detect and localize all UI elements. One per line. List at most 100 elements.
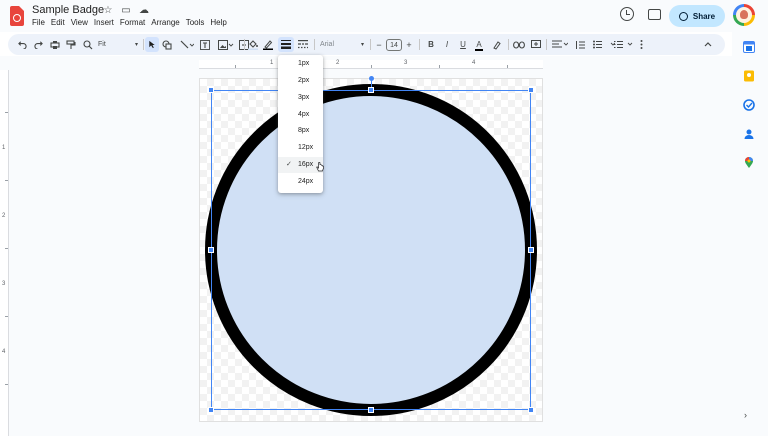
fill-color-icon[interactable]	[247, 37, 259, 52]
more-options-icon[interactable]	[636, 37, 646, 52]
zoom-icon[interactable]	[82, 37, 94, 52]
add-comment-icon[interactable]	[530, 37, 542, 52]
version-history-icon[interactable]	[620, 7, 634, 21]
chevron-down-icon: ▾	[360, 42, 364, 48]
ruler-label: 4	[2, 349, 6, 355]
line-tool-icon[interactable]	[178, 37, 196, 52]
ruler-tick	[371, 65, 372, 68]
star-icon[interactable]: ☆	[102, 4, 114, 17]
border-weight-option-3px[interactable]: 3px	[278, 90, 323, 106]
ruler-label: 2	[336, 60, 340, 66]
divider	[370, 39, 371, 50]
comments-icon[interactable]	[648, 9, 661, 20]
undo-icon[interactable]	[16, 37, 28, 52]
border-weight-option-24px[interactable]: 24px	[278, 174, 323, 190]
collapse-toolbar-icon[interactable]	[702, 37, 714, 52]
title-actions: ☆ ▭ ☁	[102, 4, 150, 17]
menu-help[interactable]: Help	[210, 18, 226, 28]
border-weight-option-12px[interactable]: 12px	[278, 140, 323, 156]
line-spacing-icon[interactable]	[574, 37, 586, 52]
tasks-icon[interactable]	[743, 98, 755, 111]
menu-bar: File Edit View Insert Format Arrange Too…	[32, 18, 227, 28]
resize-handle-bottom-right[interactable]	[528, 407, 534, 413]
border-weight-option-8px[interactable]: 8px	[278, 123, 323, 139]
font-select[interactable]: Arial ▾	[320, 37, 364, 52]
ruler-label: 3	[2, 281, 6, 287]
ruler-tick	[5, 316, 8, 317]
bold-button[interactable]: B	[425, 37, 437, 52]
ruler-tick	[5, 384, 8, 385]
redo-icon[interactable]	[32, 37, 44, 52]
ruler-tick	[507, 65, 508, 68]
ruler-tick	[5, 180, 8, 181]
border-weight-option-1px[interactable]: 1px	[278, 56, 323, 72]
border-weight-menu: 1px 2px 3px 4px 8px 12px ✓ 16px 24px	[278, 55, 323, 193]
zoom-select[interactable]: Fit ▾	[98, 37, 138, 52]
menu-file[interactable]: File	[32, 18, 45, 28]
menu-arrange[interactable]: Arrange	[151, 18, 179, 28]
divider	[143, 39, 144, 50]
ruler-tick	[5, 248, 8, 249]
menu-view[interactable]: View	[71, 18, 88, 28]
text-box-icon[interactable]	[198, 37, 212, 52]
select-tool-icon[interactable]	[145, 37, 159, 52]
italic-button[interactable]: I	[441, 37, 453, 52]
divider	[508, 39, 509, 50]
align-icon[interactable]	[550, 37, 570, 52]
resize-handle-bottom[interactable]	[368, 407, 374, 413]
title-bar: Sample Badge ☆ ▭ ☁ File Edit View Insert…	[0, 0, 768, 32]
maps-icon[interactable]	[743, 156, 755, 168]
menu-tools[interactable]: Tools	[186, 18, 205, 28]
border-color-icon[interactable]	[262, 37, 274, 52]
resize-handle-top[interactable]	[368, 87, 374, 93]
resize-handle-top-left[interactable]	[208, 87, 214, 93]
keep-icon[interactable]	[743, 69, 755, 82]
highlight-color-icon[interactable]	[491, 37, 503, 52]
divider	[419, 39, 420, 50]
ruler-label: 1	[270, 60, 274, 66]
divider	[314, 39, 315, 50]
increase-font-size-button[interactable]: +	[404, 37, 414, 52]
resize-handle-top-right[interactable]	[528, 87, 534, 93]
resize-handle-bottom-left[interactable]	[208, 407, 214, 413]
border-dash-icon[interactable]	[297, 37, 309, 52]
calendar-icon[interactable]	[743, 40, 755, 53]
insert-image-icon[interactable]	[216, 37, 236, 52]
ruler-label: 1	[2, 145, 6, 151]
selection-box	[211, 90, 531, 410]
share-button[interactable]: Share	[669, 5, 725, 27]
ruler-tick	[5, 112, 8, 113]
font-name: Arial	[320, 41, 335, 48]
ruler-label: 2	[2, 213, 6, 219]
resize-handle-right[interactable]	[528, 247, 534, 253]
border-weight-option-4px[interactable]: 4px	[278, 107, 323, 123]
account-avatar[interactable]	[733, 4, 755, 26]
expand-side-panel-icon[interactable]: ›	[744, 410, 747, 420]
menu-edit[interactable]: Edit	[51, 18, 65, 28]
border-weight-icon[interactable]	[278, 37, 294, 52]
ruler-label: 3	[404, 60, 408, 66]
decrease-font-size-button[interactable]: −	[374, 37, 384, 52]
rotation-handle[interactable]	[369, 76, 374, 81]
cloud-status-icon[interactable]: ☁	[138, 4, 150, 17]
paint-format-icon[interactable]	[65, 37, 77, 52]
contacts-icon[interactable]	[743, 127, 755, 139]
side-panel	[732, 32, 768, 436]
drawings-logo-icon[interactable]	[10, 6, 24, 26]
menu-format[interactable]: Format	[120, 18, 145, 28]
font-size-input[interactable]: 14	[386, 39, 402, 51]
insert-link-icon[interactable]	[512, 37, 526, 52]
print-icon[interactable]	[49, 37, 61, 52]
text-color-button[interactable]: A	[473, 37, 485, 52]
menu-insert[interactable]: Insert	[94, 18, 114, 28]
hand-cursor-icon	[316, 162, 324, 172]
document-title[interactable]: Sample Badge	[32, 4, 104, 16]
border-weight-option-2px[interactable]: 2px	[278, 73, 323, 89]
checkmark-icon: ✓	[286, 161, 292, 168]
shape-tool-icon[interactable]	[161, 37, 173, 52]
move-folder-icon[interactable]: ▭	[120, 4, 132, 17]
toolbar: Fit ▾ Arial ▾ − 14 + B I U A	[8, 34, 725, 55]
numbered-list-icon[interactable]	[613, 37, 637, 52]
underline-button[interactable]: U	[457, 37, 469, 52]
resize-handle-left[interactable]	[208, 247, 214, 253]
